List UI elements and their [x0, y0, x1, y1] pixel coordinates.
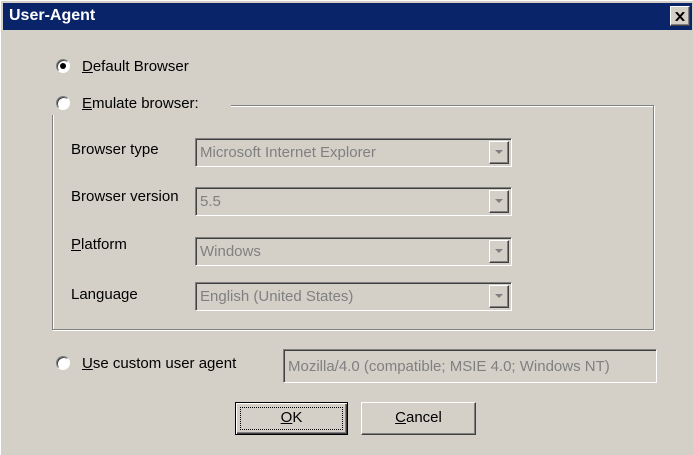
chevron-down-icon: [495, 294, 503, 298]
platform-select[interactable]: Windows: [195, 237, 512, 266]
browser-type-label: Browser type: [71, 141, 159, 158]
dialog-title: User-Agent: [9, 7, 96, 24]
user-agent-dialog: User-Agent Default Browser Emulate brows…: [0, 0, 693, 455]
emulate-browser-radio[interactable]: [56, 96, 70, 110]
language-value: English (United States): [200, 288, 354, 305]
close-icon: [675, 11, 685, 21]
platform-dropdown-button[interactable]: [489, 240, 509, 263]
browser-type-select[interactable]: Microsoft Internet Explorer: [195, 138, 512, 167]
chevron-down-icon: [495, 249, 503, 253]
focus-rectangle: [240, 407, 343, 430]
emulate-browser-label[interactable]: Emulate browser:: [82, 95, 199, 112]
chevron-down-icon: [495, 150, 503, 154]
default-browser-radio[interactable]: [56, 59, 70, 73]
browser-type-value: Microsoft Internet Explorer: [200, 144, 376, 161]
chevron-down-icon: [495, 199, 503, 203]
custom-user-agent-input[interactable]: Mozilla/4.0 (compatible; MSIE 4.0; Windo…: [283, 349, 657, 383]
browser-version-select[interactable]: 5.5: [195, 187, 512, 216]
default-browser-label[interactable]: Default Browser: [82, 58, 189, 75]
custom-user-agent-radio[interactable]: [56, 356, 70, 370]
cancel-button[interactable]: Cancel: [361, 402, 476, 435]
platform-value: Windows: [200, 243, 261, 260]
language-dropdown-button[interactable]: [489, 285, 509, 308]
browser-version-label: Browser version: [71, 188, 179, 205]
browser-version-dropdown-button[interactable]: [489, 190, 509, 213]
custom-user-agent-value: Mozilla/4.0 (compatible; MSIE 4.0; Windo…: [288, 358, 610, 375]
radio-selected-dot: [60, 63, 66, 69]
close-button[interactable]: [670, 6, 690, 26]
language-select[interactable]: English (United States): [195, 282, 512, 311]
title-bar: User-Agent: [3, 3, 692, 30]
browser-type-dropdown-button[interactable]: [489, 141, 509, 164]
ok-button[interactable]: OK: [235, 402, 348, 435]
browser-version-value: 5.5: [200, 193, 221, 210]
custom-user-agent-label[interactable]: Use custom user agent: [82, 355, 236, 372]
language-label: Language: [71, 286, 138, 303]
platform-label: Platform: [71, 236, 127, 253]
